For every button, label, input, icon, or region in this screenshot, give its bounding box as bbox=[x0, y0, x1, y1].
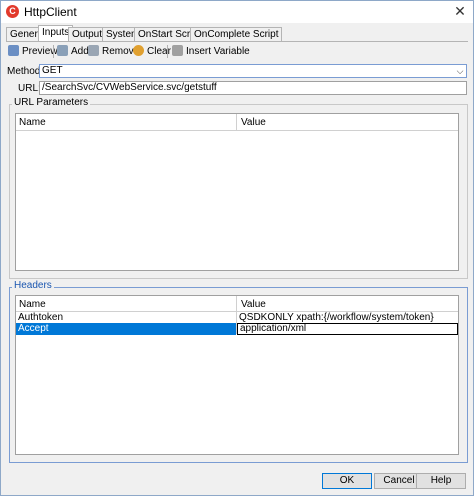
ok-button[interactable]: OK bbox=[322, 473, 372, 489]
clear-button[interactable]: Clear bbox=[133, 44, 171, 59]
url-parameters-title: URL Parameters bbox=[12, 97, 91, 108]
headers-name-header[interactable]: Name bbox=[16, 298, 46, 312]
insert-variable-icon bbox=[172, 45, 183, 56]
preview-button[interactable]: Preview bbox=[8, 44, 58, 59]
add-button[interactable]: Add bbox=[57, 44, 89, 59]
table-row-name-selected[interactable]: Accept bbox=[16, 323, 236, 335]
url-label: URL: bbox=[18, 83, 41, 94]
add-icon bbox=[57, 45, 68, 56]
add-label: Add bbox=[71, 46, 89, 57]
header-divider bbox=[16, 130, 458, 131]
table-row-value-editor[interactable]: application/xml bbox=[237, 323, 458, 335]
toolbar-separator bbox=[53, 45, 54, 58]
preview-icon bbox=[8, 45, 19, 56]
clear-icon bbox=[133, 45, 144, 56]
window-title: HttpClient bbox=[24, 5, 77, 19]
help-button[interactable]: Help bbox=[416, 473, 466, 489]
remove-icon bbox=[88, 45, 99, 56]
url-input[interactable]: /SearchSvc/CVWebService.svc/getstuff bbox=[39, 81, 467, 95]
app-logo-icon: C bbox=[6, 5, 19, 18]
headers-value-header[interactable]: Value bbox=[238, 298, 266, 312]
tab-oncomplete-script[interactable]: OnComplete Script bbox=[190, 27, 283, 41]
url-parameters-name-header[interactable]: Name bbox=[16, 116, 46, 130]
url-parameters-table[interactable] bbox=[15, 113, 459, 271]
method-select[interactable]: GET bbox=[39, 64, 467, 78]
method-value: GET bbox=[42, 65, 63, 76]
chevron-down-icon[interactable]: ⌵ bbox=[455, 66, 465, 76]
tab-divider bbox=[6, 41, 468, 42]
close-icon[interactable]: ✕ bbox=[452, 3, 468, 19]
column-divider[interactable] bbox=[236, 114, 237, 130]
toolbar-separator bbox=[167, 45, 168, 58]
method-label: Method: bbox=[7, 66, 44, 77]
remove-button[interactable]: Remove bbox=[88, 44, 139, 59]
headers-title: Headers bbox=[12, 280, 54, 291]
insert-variable-label: Insert Variable bbox=[186, 46, 250, 57]
url-parameters-value-header[interactable]: Value bbox=[238, 116, 266, 130]
insert-variable-button[interactable]: Insert Variable bbox=[172, 44, 250, 59]
